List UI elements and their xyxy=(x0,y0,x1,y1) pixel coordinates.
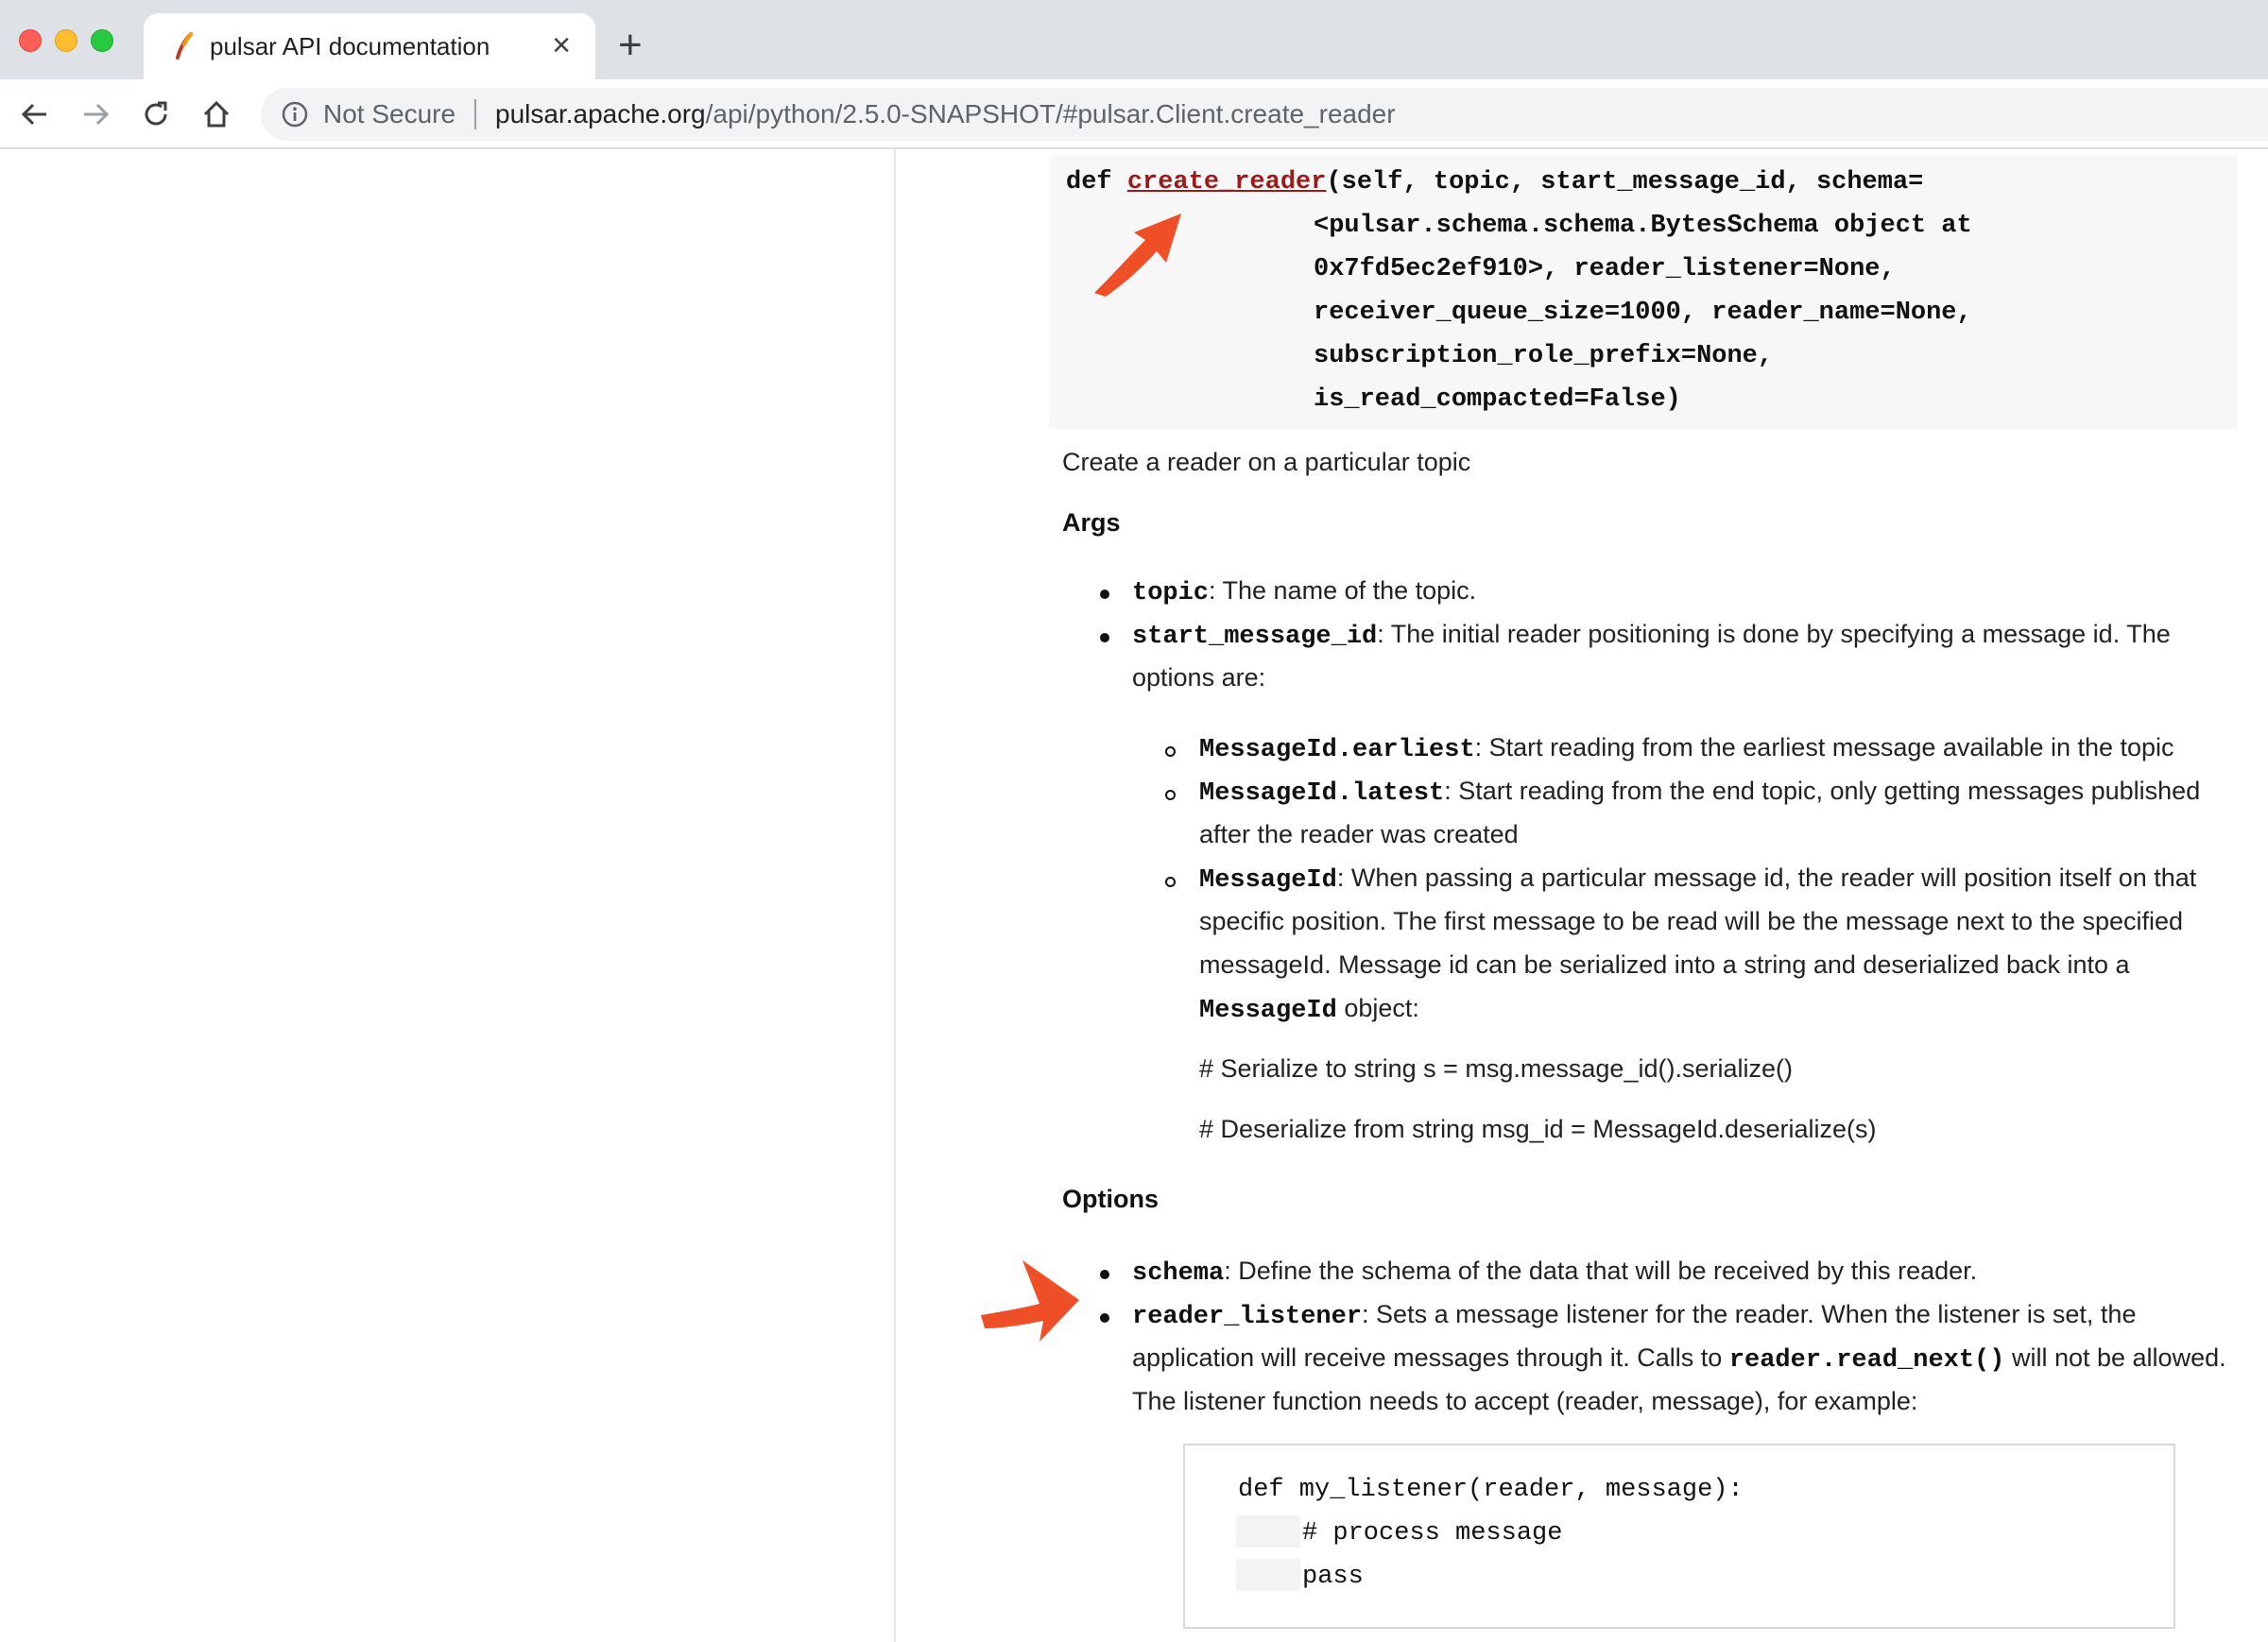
home-icon xyxy=(203,100,230,128)
url-host: pulsar.apache.org xyxy=(495,99,706,128)
messageid-code: MessageId xyxy=(1199,866,1337,895)
url-path: /api/python/2.5.0-SNAPSHOT/#pulsar.Clien… xyxy=(705,99,1396,128)
url-text[interactable]: pulsar.apache.org/api/python/2.5.0-SNAPS… xyxy=(495,99,1396,129)
listener-code: reader_listener xyxy=(1132,1303,1363,1331)
active-tab[interactable]: pulsar API documentation × xyxy=(144,13,595,79)
info-icon[interactable] xyxy=(282,101,308,128)
list-bullet xyxy=(1100,590,1109,599)
signature-line-2: <pulsar.schema.schema.BytesSchema object… xyxy=(1314,212,1972,240)
tab-title: pulsar API documentation xyxy=(210,32,490,60)
code-line-1: def my_listener(reader, message): xyxy=(1238,1476,1744,1504)
new-tab-button[interactable]: + xyxy=(618,25,643,66)
sidebar-pane xyxy=(0,149,896,1642)
sublist-bullet xyxy=(1165,790,1176,800)
option-latest: MessageId.latest: Start reading from the… xyxy=(1199,777,2200,808)
browser-tab-bar: pulsar API documentation × + xyxy=(0,0,2268,79)
list-bullet xyxy=(1100,1270,1109,1279)
messageid-desc-4: MessageId object: xyxy=(1199,994,1419,1025)
arg-smid-desc: : The initial reader positioning is done… xyxy=(1377,620,2171,648)
messageid-desc-3: messageId. Message id can be serialized … xyxy=(1199,950,2130,979)
deserialize-example: # Deserialize from string msg_id = Messa… xyxy=(1199,1115,1877,1143)
option-messageid: MessageId: When passing a particular mes… xyxy=(1199,864,2196,895)
function-name-link[interactable]: create_reader xyxy=(1127,168,1327,197)
option-reader-listener: reader_listener: Sets a message listener… xyxy=(1132,1300,2136,1331)
serialize-example: # Serialize to string s = msg.message_id… xyxy=(1199,1054,1793,1083)
code-line-2: # process message xyxy=(1302,1519,1563,1548)
messageid-object: object: xyxy=(1336,994,1419,1022)
back-button[interactable] xyxy=(15,94,55,134)
schema-desc: : Define the schema of the data that wil… xyxy=(1224,1257,1978,1285)
address-divider xyxy=(474,99,476,129)
browser-toolbar: Not Secure pulsar.apache.org/api/python/… xyxy=(0,79,2268,149)
code-example-block: def my_listener(reader, message): # proc… xyxy=(1183,1444,2175,1629)
reload-button[interactable] xyxy=(136,94,176,134)
read-next-code: reader.read_next() xyxy=(1728,1346,2005,1375)
signature-line-6: is_read_compacted=False) xyxy=(1314,385,1681,414)
listener-desc: : Sets a message listener for the reader… xyxy=(1362,1300,2137,1328)
reload-icon xyxy=(145,101,167,126)
arg-smid-code: start_message_id xyxy=(1132,623,1378,651)
annotation-arrow-icon xyxy=(981,1260,1079,1342)
arg-start-message-id: start_message_id: The initial reader pos… xyxy=(1132,620,2171,651)
latest-code: MessageId.latest xyxy=(1199,779,1445,808)
minimize-window-button[interactable] xyxy=(55,29,77,52)
signature-line-3: 0x7fd5ec2ef910>, reader_listener=None, xyxy=(1314,255,1896,283)
earliest-desc: : Start reading from the earliest messag… xyxy=(1474,733,2174,761)
list-bullet xyxy=(1100,1313,1109,1323)
forward-button[interactable] xyxy=(76,94,115,134)
options-heading: Options xyxy=(1062,1185,1159,1213)
messageid-desc-2: specific position. The first message to … xyxy=(1199,907,2184,935)
feather-favicon-icon xyxy=(176,32,193,60)
arg-topic: topic: The name of the topic. xyxy=(1132,576,1476,607)
def-keyword: def xyxy=(1066,168,1127,197)
documentation-content: def create_reader(self, topic, start_mes… xyxy=(898,149,2268,1642)
schema-code: schema xyxy=(1132,1259,1225,1288)
arrow-right-icon xyxy=(84,103,110,126)
args-heading: Args xyxy=(1062,508,1121,537)
function-signature: def create_reader(self, topic, start_mes… xyxy=(1049,155,2238,429)
latest-desc-2: after the reader was created xyxy=(1199,820,1519,848)
messageid-code-2: MessageId xyxy=(1199,997,1337,1025)
option-schema: schema: Define the schema of the data th… xyxy=(1132,1257,1977,1288)
listener-desc-2: application will receive messages throug… xyxy=(1132,1343,2226,1375)
annotation-arrow-icon xyxy=(1094,214,1181,297)
option-earliest: MessageId.earliest: Start reading from t… xyxy=(1199,733,2174,764)
earliest-code: MessageId.earliest xyxy=(1199,736,1475,764)
sublist-bullet xyxy=(1165,746,1176,757)
sublist-bullet xyxy=(1165,877,1176,887)
tab-close-icon[interactable]: × xyxy=(552,26,571,64)
arg-topic-desc: : The name of the topic. xyxy=(1209,576,1477,605)
indent-guide xyxy=(1236,1515,1300,1548)
indent-guide xyxy=(1236,1559,1300,1591)
maximize-window-button[interactable] xyxy=(91,29,113,52)
code-line-3: pass xyxy=(1302,1563,1364,1591)
signature-params-start: (self, topic, start_message_id, schema= xyxy=(1326,168,1924,197)
address-bar[interactable]: Not Secure pulsar.apache.org/api/python/… xyxy=(261,88,2268,141)
messageid-desc: : When passing a particular message id, … xyxy=(1336,864,2197,892)
home-button[interactable] xyxy=(197,94,236,134)
arg-smid-desc-2: options are: xyxy=(1132,663,1266,692)
arg-topic-code: topic xyxy=(1132,579,1210,607)
list-bullet xyxy=(1100,633,1109,642)
signature-line-5: subscription_role_prefix=None, xyxy=(1314,342,1774,370)
listener-desc-2a: application will receive messages throug… xyxy=(1132,1343,1729,1372)
listener-desc-3: The listener function needs to accept (r… xyxy=(1132,1387,1918,1415)
signature-line-1: def create_reader(self, topic, start_mes… xyxy=(1066,168,1923,197)
arrow-left-icon xyxy=(21,103,46,126)
security-status[interactable]: Not Secure xyxy=(323,99,455,129)
listener-desc-2b: will not be allowed. xyxy=(2004,1343,2226,1372)
close-window-button[interactable] xyxy=(19,29,42,52)
latest-desc: : Start reading from the end topic, only… xyxy=(1444,777,2201,805)
signature-line-4: receiver_queue_size=1000, reader_name=No… xyxy=(1314,299,1972,327)
function-description: Create a reader on a particular topic xyxy=(1062,448,1471,476)
